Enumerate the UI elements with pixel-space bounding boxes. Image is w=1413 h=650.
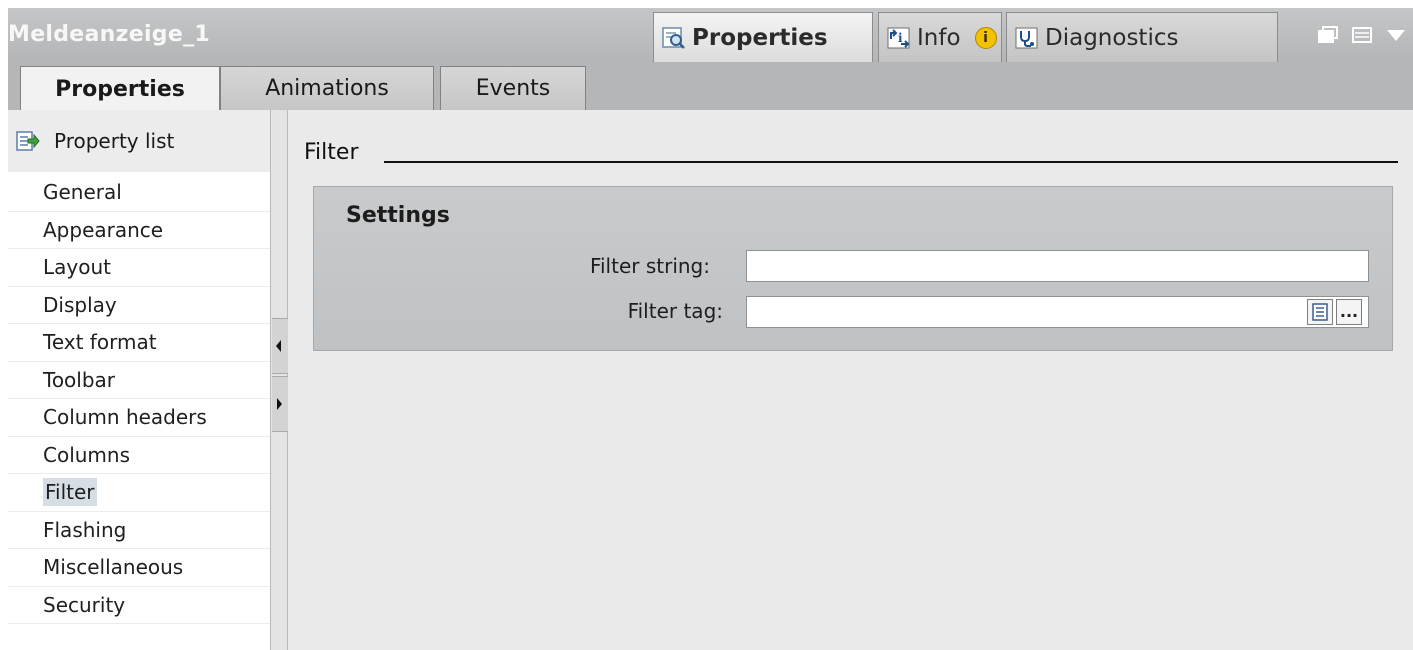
settings-title: Settings: [346, 203, 450, 228]
subtab-events[interactable]: Events: [440, 66, 586, 110]
nav-item-text-format[interactable]: Text format: [8, 324, 270, 362]
filter-string-label: Filter string:: [589, 254, 710, 278]
property-list-button[interactable]: Property list: [8, 110, 270, 172]
nav-item-filter[interactable]: Filter: [8, 474, 270, 512]
nav-item-flashing[interactable]: Flashing: [8, 512, 270, 549]
nav-item-appearance[interactable]: Appearance: [8, 212, 270, 249]
browse-tag-button[interactable]: ...: [1336, 299, 1362, 325]
nav-item-layout[interactable]: Layout: [8, 249, 270, 287]
tab-properties-inspector[interactable]: Properties: [653, 12, 873, 62]
window-title: Meldeanzeige_1: [8, 22, 210, 47]
page-title: Filter: [304, 140, 359, 165]
restore-window-icon[interactable]: [1317, 26, 1339, 44]
tab-properties-label: Properties: [692, 24, 828, 51]
info-badge-icon: i: [974, 26, 997, 49]
tab-info[interactable]: i Info i: [878, 12, 1002, 62]
properties-magnifier-icon: [662, 26, 685, 49]
window-titlebar: Meldeanzeige_1 Properties i Info i Diagn…: [8, 8, 1413, 62]
subtab-properties[interactable]: Properties: [20, 66, 220, 111]
subtab-animations[interactable]: Animations: [220, 66, 434, 110]
chevron-down-icon[interactable]: [1385, 26, 1407, 44]
expand-right-button[interactable]: [272, 376, 288, 432]
nav-item-general[interactable]: General: [8, 174, 270, 212]
arrow-right-icon: [277, 398, 282, 410]
info-arrow-icon: i: [887, 27, 910, 48]
tab-diagnostics[interactable]: Diagnostics: [1006, 12, 1278, 62]
filter-tag-input[interactable]: [746, 296, 1369, 328]
tag-list-icon: [1312, 303, 1328, 321]
properties-content: Property list General Appearance Layout …: [8, 110, 1413, 650]
nav-item-display[interactable]: Display: [8, 287, 270, 324]
tab-diagnostics-label: Diagnostics: [1045, 24, 1179, 51]
svg-text:i: i: [898, 31, 903, 45]
settings-group: Settings Filter string: Filter tag: ...: [313, 186, 1393, 351]
nav-item-miscellaneous[interactable]: Miscellaneous: [8, 549, 270, 587]
sub-tab-bar: Properties Animations Events: [8, 62, 1413, 111]
layout-menu-icon[interactable]: [1351, 26, 1373, 44]
property-nav-list: General Appearance Layout Display Text f…: [8, 174, 270, 624]
property-list-icon: [16, 131, 40, 151]
filter-tag-label: Filter tag:: [627, 299, 723, 323]
arrow-left-icon: [276, 340, 281, 352]
property-list-label: Property list: [54, 129, 175, 153]
panel-splitter[interactable]: [270, 110, 288, 650]
property-list-panel: Property list General Appearance Layout …: [8, 110, 270, 650]
nav-item-column-headers[interactable]: Column headers: [8, 399, 270, 437]
title-divider: [384, 161, 1398, 163]
nav-item-security[interactable]: Security: [8, 587, 270, 624]
diagnostics-stethoscope-icon: [1015, 27, 1038, 48]
filter-string-input[interactable]: [746, 250, 1369, 282]
tab-info-label: Info: [917, 24, 961, 51]
tag-list-button[interactable]: [1307, 299, 1333, 325]
window-controls: [1317, 26, 1407, 44]
collapse-left-button[interactable]: [272, 318, 288, 374]
nav-item-toolbar[interactable]: Toolbar: [8, 362, 270, 399]
nav-item-columns[interactable]: Columns: [8, 437, 270, 474]
